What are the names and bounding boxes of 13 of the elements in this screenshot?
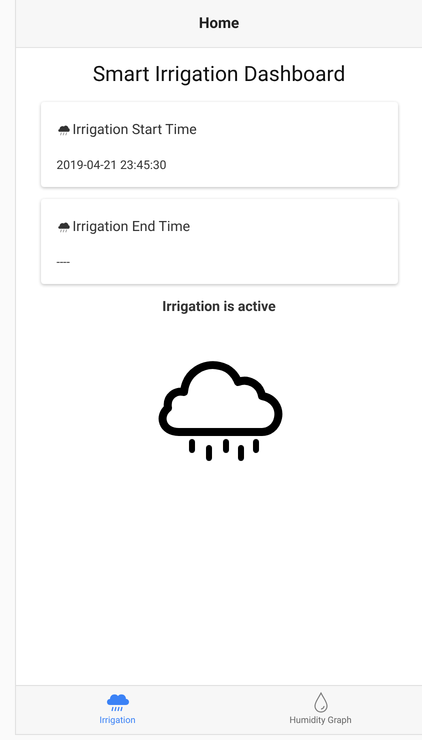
status-text: Irrigation is active	[162, 298, 276, 316]
rain-cloud-icon	[104, 692, 130, 714]
tab[interactable]: Irrigation	[16, 686, 219, 734]
page-title: Smart Irrigation Dashboard	[92, 62, 346, 89]
rain-cloud-icon	[56, 220, 70, 234]
card-title: Irrigation End Time	[72, 218, 190, 236]
card-value: 2019-04-21 23:45:30	[56, 156, 168, 174]
tab[interactable]: Humidity Graph	[219, 686, 422, 734]
drop-icon	[312, 692, 328, 714]
card-title: Irrigation Start Time	[72, 120, 197, 140]
card-value: ----	[56, 254, 71, 270]
rain-cloud-icon	[56, 123, 70, 137]
header-title: Home	[198, 13, 240, 34]
